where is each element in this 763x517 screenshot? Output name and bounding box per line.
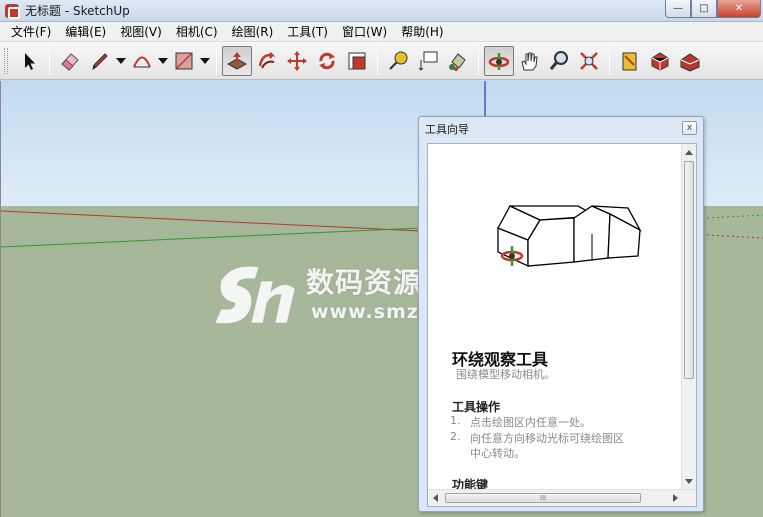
operations-heading: 工具操作 (452, 400, 501, 414)
toolbar-separator (216, 46, 217, 75)
push-pull-tool-button[interactable] (222, 45, 252, 76)
offset-tool-button[interactable] (342, 46, 372, 76)
offset-icon (348, 52, 366, 69)
menu-help[interactable]: 帮助(H) (394, 22, 450, 42)
arc-dropdown-arrow[interactable] (157, 46, 169, 76)
horizontal-scrollbar[interactable]: III (428, 489, 696, 506)
orbit-tool-button[interactable] (484, 45, 514, 76)
pencil-icon (92, 52, 108, 70)
tape-measure-icon (389, 51, 408, 70)
move-tool-button[interactable] (282, 46, 312, 76)
red-axis (1, 210, 422, 232)
window-title: 无标题 - SketchUp (25, 4, 130, 18)
green-axis-dashed (706, 214, 763, 219)
scroll-up-arrow-icon[interactable] (685, 150, 693, 155)
select-icon (25, 52, 35, 70)
step-1-number: 1. (450, 414, 461, 427)
menu-edit[interactable]: 编辑(E) (58, 22, 113, 42)
step-2-text: 向任意方向移动光标可绕绘图区 (470, 432, 624, 445)
zoom-tool-button[interactable] (544, 46, 574, 76)
follow-me-icon (258, 51, 276, 68)
vertical-scrollbar[interactable] (681, 144, 696, 490)
rectangle-icon (175, 51, 193, 70)
pan-icon (521, 52, 538, 70)
menu-bar: 文件(F) 编辑(E) 视图(V) 相机(C) 绘图(R) 工具(T) 窗口(W… (0, 22, 763, 42)
menu-draw[interactable]: 绘图(R) (225, 22, 281, 42)
toolbar-separator (377, 46, 378, 75)
menu-window[interactable]: 窗口(W) (335, 22, 394, 42)
toolbar-separator (478, 46, 479, 75)
pencil-tool-button[interactable] (85, 46, 115, 76)
rectangle-tool-button[interactable] (169, 46, 199, 76)
section-icon (622, 52, 637, 70)
rectangle-dropdown-arrow[interactable] (199, 46, 211, 76)
step-1-text: 点击绘图区内任意一处。 (470, 416, 591, 429)
menu-tools[interactable]: 工具(T) (280, 22, 335, 42)
panel-close-button[interactable]: x (682, 121, 697, 135)
minimize-button[interactable]: — (665, 0, 691, 18)
warehouse-tool-button[interactable] (675, 46, 705, 76)
eraser-icon (61, 52, 79, 71)
follow-me-tool-button[interactable] (252, 46, 282, 76)
green-axis (1, 227, 422, 248)
pencil-dropdown-arrow[interactable] (115, 46, 127, 76)
window-controls: — □ ✕ (665, 0, 761, 18)
panel-content: 环绕观察工具 围绕模型移动相机。 工具操作 1. 点击绘图区内任意一处。 2. … (427, 143, 697, 507)
move-icon (287, 50, 307, 71)
step-2-continuation: 中心转动。 (470, 447, 525, 460)
tool-description: 围绕模型移动相机。 (456, 368, 555, 381)
red-axis-dashed (706, 234, 763, 239)
text-icon (418, 51, 438, 71)
toolbar-separator (609, 46, 610, 75)
step-1: 1. 点击绘图区内任意一处。 (450, 414, 591, 430)
watermark-logo-icon (214, 265, 296, 325)
step-2-number: 2. (450, 430, 461, 443)
maximize-button[interactable]: □ (691, 0, 717, 18)
scroll-right-arrow-icon[interactable] (673, 494, 678, 502)
orbit-icon (488, 52, 510, 70)
pan-tool-button[interactable] (514, 46, 544, 76)
rotate-icon (319, 52, 335, 69)
main-toolbar (0, 42, 763, 80)
title-bar: 无标题 - SketchUp — □ ✕ (0, 0, 763, 22)
close-button[interactable]: ✕ (717, 0, 761, 18)
toolbar-separator (49, 46, 50, 75)
instructor-panel: 工具向导 x 环绕观察工具 围绕模型移动相机。 工具操作 1. 点击绘图区内任意… (418, 116, 704, 512)
component-icon (651, 51, 669, 71)
zoom-icon (549, 50, 568, 70)
component-tool-button[interactable] (645, 46, 675, 76)
menu-file[interactable]: 文件(F) (4, 22, 58, 42)
eraser-tool-button[interactable] (55, 46, 85, 76)
select-tool-button[interactable] (14, 46, 44, 76)
toolbar-grip[interactable] (4, 47, 8, 74)
zoom-extents-icon (580, 51, 598, 70)
paint-bucket-icon (449, 52, 466, 71)
arc-icon (133, 56, 151, 67)
arc-tool-button[interactable] (127, 46, 157, 76)
step-2: 2. 向任意方向移动光标可绕绘图区 (450, 430, 624, 446)
scroll-down-arrow-icon[interactable] (685, 479, 693, 484)
sketchup-app-icon (5, 3, 20, 19)
menu-view[interactable]: 视图(V) (113, 22, 169, 42)
panel-title: 工具向导 (425, 123, 469, 136)
section-tool-button[interactable] (615, 46, 645, 76)
tape-measure-tool-button[interactable] (383, 46, 413, 76)
paint-bucket-tool-button[interactable] (443, 46, 473, 76)
warehouse-icon (680, 52, 700, 72)
horizontal-scroll-thumb[interactable]: III (445, 493, 641, 503)
menu-camera[interactable]: 相机(C) (169, 22, 225, 42)
orbit-house-illustration (497, 205, 642, 268)
vertical-scroll-thumb[interactable] (684, 161, 694, 379)
text-tool-button[interactable] (413, 46, 443, 76)
scroll-left-arrow-icon[interactable] (433, 494, 438, 502)
rotate-tool-button[interactable] (312, 46, 342, 76)
push-pull-icon (226, 51, 248, 70)
scroll-grip: III (539, 494, 547, 502)
zoom-extents-tool-button[interactable] (574, 46, 604, 76)
